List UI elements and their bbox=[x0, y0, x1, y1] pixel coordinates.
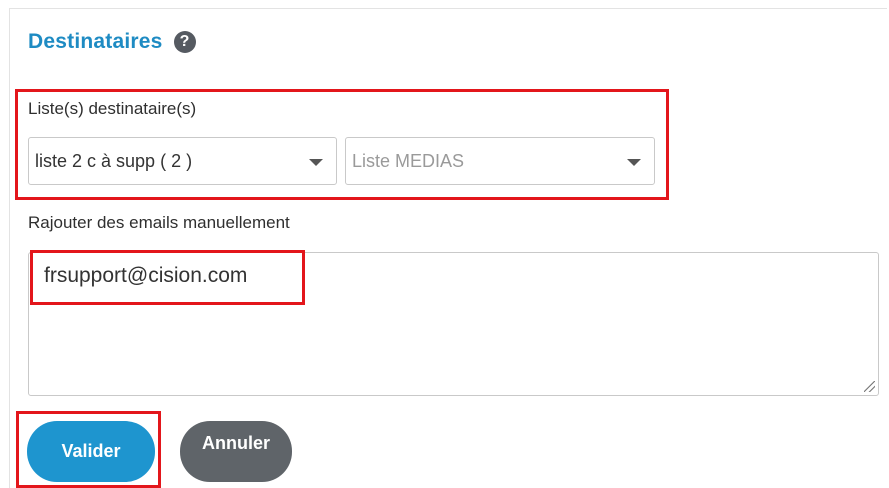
media-list-select[interactable]: Liste MEDIAS bbox=[345, 137, 655, 185]
chevron-down-icon bbox=[627, 159, 641, 166]
section-title: Destinataires bbox=[28, 30, 163, 53]
chevron-down-icon bbox=[309, 159, 323, 166]
resize-handle-icon[interactable] bbox=[864, 381, 875, 392]
help-icon[interactable]: ? bbox=[173, 31, 196, 53]
media-list-select-placeholder: Liste MEDIAS bbox=[352, 150, 465, 171]
section-header: Destinataires ? bbox=[28, 30, 196, 54]
recipient-list-select-value: liste 2 c à supp ( 2 ) bbox=[35, 150, 193, 171]
recipient-lists-label: Liste(s) destinataire(s) bbox=[28, 99, 197, 118]
validate-button[interactable]: Valider bbox=[27, 421, 155, 482]
recipient-list-select[interactable]: liste 2 c à supp ( 2 ) bbox=[28, 137, 337, 185]
manual-emails-value: frsupport@cision.com bbox=[44, 264, 248, 287]
manual-emails-label: Rajouter des emails manuellement bbox=[28, 213, 290, 232]
cancel-button[interactable]: Annuler bbox=[180, 421, 292, 482]
